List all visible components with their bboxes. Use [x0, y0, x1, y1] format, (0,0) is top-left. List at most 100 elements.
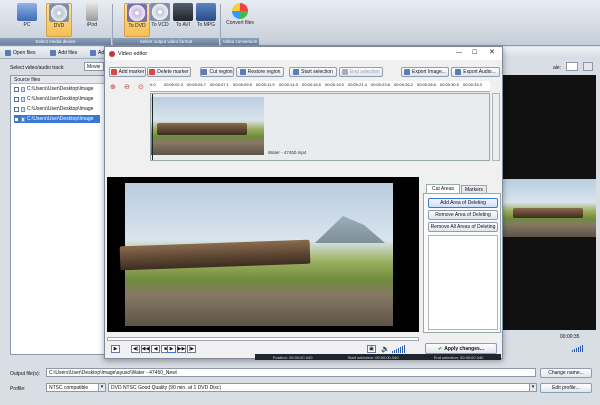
ruler-tick-label: 00:00:33.3: [463, 82, 482, 87]
playhead[interactable]: [152, 94, 153, 160]
ruler-tick-label: 00:00:16.6: [302, 82, 321, 87]
edit-profile-button[interactable]: Edit profile...: [540, 383, 592, 393]
rewind-button[interactable]: ◀◀: [141, 345, 150, 353]
status-position: Position: 00:00:00.040: [272, 354, 313, 360]
ruler-tick-label: 00:00:04.7: [187, 82, 206, 87]
group-video-conversion: Video conversion: [221, 38, 259, 45]
maximize-icon[interactable]: ☐: [472, 49, 477, 56]
scale-select[interactable]: [566, 62, 578, 71]
snapshot-button[interactable]: ▣: [367, 345, 376, 353]
clip-thumbnail: [151, 97, 264, 155]
step-back-button[interactable]: ◀|: [131, 345, 140, 353]
expand-toggle[interactable]: [14, 86, 19, 92]
marker-icon: [110, 69, 117, 75]
export-audio-icon: [455, 69, 462, 75]
change-name-button[interactable]: Change name...: [540, 368, 592, 378]
close-icon[interactable]: ✕: [489, 48, 495, 56]
start-selection-button[interactable]: Start selection: [289, 67, 337, 77]
speaker-icon[interactable]: 🔈: [381, 345, 390, 353]
tab-markers[interactable]: Markers: [461, 185, 487, 193]
step-forward-button[interactable]: |▶: [187, 345, 196, 353]
file-icon: [21, 96, 25, 102]
zoom-out-icon[interactable]: ⊖: [124, 83, 130, 91]
end-selection-button[interactable]: End selection: [339, 67, 383, 77]
clip-name: Water - 47450.mp4: [268, 150, 307, 155]
export-audio-button[interactable]: Export Audio...: [451, 67, 500, 77]
add-area-button[interactable]: Add Area of Deleting: [428, 198, 498, 208]
play-button[interactable]: ▶: [111, 345, 120, 353]
add-more-icon: [90, 50, 96, 56]
right-toolbar: [503, 47, 600, 59]
ipod-button[interactable]: iPod: [79, 3, 105, 37]
tab-cut-areas[interactable]: Cut Areas: [426, 184, 460, 193]
total-time: 00:00:35: [560, 334, 580, 340]
remove-all-areas-button[interactable]: Remove All Areas of Deleting: [428, 222, 498, 232]
cut-region-button[interactable]: Cut region: [200, 67, 234, 77]
timeline-ruler[interactable]: 0.0 00:00:02.3 00:00:04.7 00:00:07.1 00:…: [150, 81, 490, 92]
apply-changes-label: Apply changes...: [444, 345, 484, 352]
add-marker-button[interactable]: Add marker: [109, 67, 146, 77]
source-file-path: C:\Users\User\Desktop\Image: [27, 86, 94, 92]
to-mpg-icon: [196, 3, 216, 21]
restore-region-label: Restore region: [247, 69, 281, 75]
status-start-selection: Start selection: 00:00:00.040: [347, 354, 399, 360]
volume-meter[interactable]: [572, 345, 583, 352]
ruler-tick-label: 00:00:26.2: [394, 82, 413, 87]
ruler-tick-label: 00:00:09.5: [233, 82, 252, 87]
dialog-volume-slider[interactable]: [392, 345, 405, 353]
profile-format-select[interactable]: NTSC compatible: [46, 383, 102, 392]
apply-changes-button[interactable]: ✔ Apply changes...: [425, 343, 497, 354]
zoom-fit-icon[interactable]: ⊙: [138, 83, 144, 91]
forward-button[interactable]: ▶▶: [177, 345, 186, 353]
timeline-scrollbar[interactable]: [492, 93, 500, 161]
to-dvd-icon: [127, 4, 147, 22]
ruler-tick-label: 00:00:19.0: [325, 82, 344, 87]
convert-files-button[interactable]: Convert files: [226, 3, 254, 37]
open-files-button[interactable]: Open files: [3, 49, 38, 57]
delete-marker-button[interactable]: Delete marker: [147, 67, 191, 77]
output-path-field[interactable]: C:\Users\User\Desktop\Image\ayuso\Water …: [46, 368, 536, 377]
end-selection-label: End selection: [349, 69, 381, 75]
ruler-tick-label: 0.0: [150, 82, 156, 87]
chevron-down-icon[interactable]: ▾: [529, 383, 537, 392]
add-files-button[interactable]: Add files: [48, 49, 79, 57]
zoom-in-icon[interactable]: ⊕: [110, 83, 116, 91]
scale-label: ale:: [553, 65, 562, 71]
prev-frame-button[interactable]: ◀: [151, 345, 160, 353]
source-file-row-selected[interactable]: C:\Users\User\Desktop\Image: [14, 115, 100, 123]
track-select[interactable]: Movie: [84, 62, 104, 71]
source-file-path: C:\Users\User\Desktop\Image: [27, 106, 94, 112]
output-label: Output file(s):: [10, 371, 41, 377]
open-files-label: Open files: [13, 50, 36, 56]
remove-area-button[interactable]: Remove Area of Deleting: [428, 210, 498, 220]
source-file-row[interactable]: C:\Users\User\Desktop\Image: [14, 85, 100, 93]
to-mpg-button[interactable]: To MPG: [193, 3, 219, 37]
to-avi-label: To AVI: [175, 22, 191, 28]
group-select-media-device: Select media device: [0, 38, 111, 45]
minimize-icon[interactable]: —: [456, 50, 462, 56]
cut-areas-list[interactable]: [428, 235, 498, 330]
delete-marker-icon: [149, 69, 156, 75]
expand-toggle[interactable]: [14, 96, 19, 102]
next-frame-button[interactable]: ▶: [167, 345, 176, 353]
start-selection-icon: [293, 69, 300, 75]
source-file-path: C:\Users\User\Desktop\Image: [27, 96, 94, 102]
mountain-shape: [315, 216, 385, 243]
export-image-button[interactable]: Export Image...: [401, 67, 449, 77]
timeline-track[interactable]: Water - 47450.mp4: [150, 93, 490, 161]
scale-dropdown[interactable]: [583, 62, 593, 71]
source-file-row[interactable]: C:\Users\User\Desktop\Image: [14, 95, 100, 103]
chevron-down-icon[interactable]: ▾: [98, 383, 106, 392]
seek-bar[interactable]: [107, 337, 419, 341]
expand-toggle[interactable]: [14, 116, 19, 122]
file-icon: [21, 106, 25, 112]
profile-select[interactable]: DVD NTSC Good Quality (90 min. at 1 DVD …: [108, 383, 536, 392]
source-file-row[interactable]: C:\Users\User\Desktop\Image: [14, 105, 100, 113]
status-bar: Position: 00:00:00.040 Start selection: …: [255, 354, 501, 360]
ruler-tick-label: 00:00:11.9: [256, 82, 275, 87]
restore-region-button[interactable]: Restore region: [236, 67, 284, 77]
expand-toggle[interactable]: [14, 106, 19, 112]
video-preview: [107, 177, 419, 332]
pc-button[interactable]: PC: [14, 3, 40, 37]
dvd-button[interactable]: DVD: [46, 3, 72, 37]
